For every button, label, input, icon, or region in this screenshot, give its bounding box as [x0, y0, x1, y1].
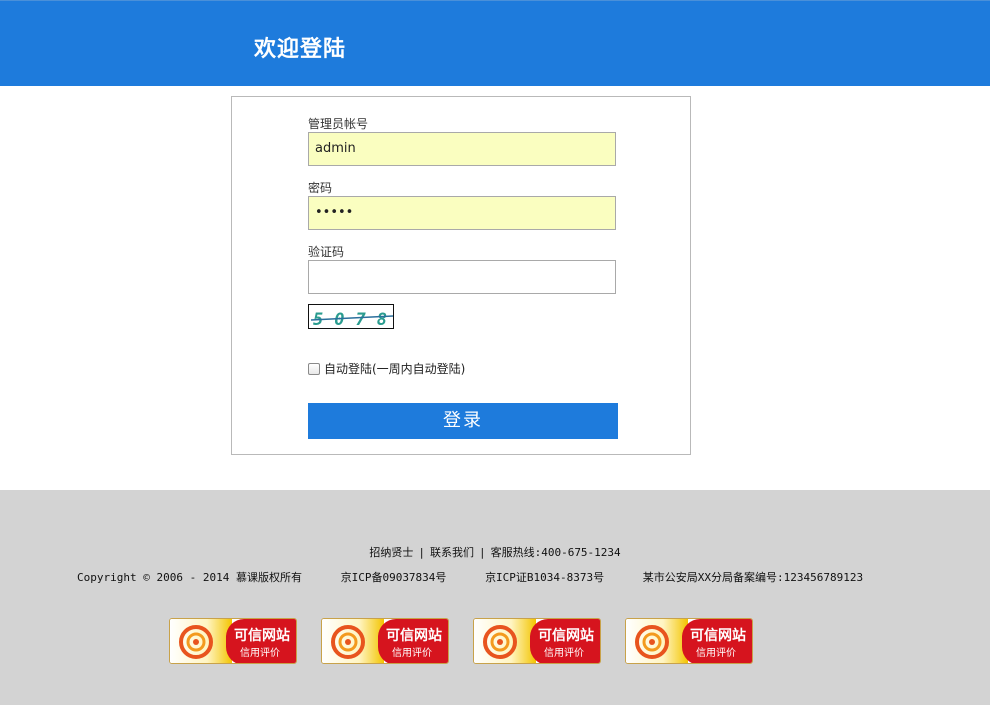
badge-title: 可信网站: [386, 628, 442, 644]
footer-links: 招纳贤士 | 联系我们 | 客服热线:400-675-1234: [369, 546, 621, 559]
badge-title: 可信网站: [234, 628, 290, 644]
footer-copyright-row: Copyright © 2006 - 2014 慕课版权所有 京ICP备0903…: [77, 569, 895, 585]
trust-seal-icon: [331, 625, 365, 659]
password-input[interactable]: •••••: [308, 196, 616, 230]
badge-title: 可信网站: [690, 628, 746, 644]
page-footer: 招纳贤士 | 联系我们 | 客服热线:400-675-1234 Copyright © …: [0, 490, 990, 705]
captcha-image[interactable]: 5078: [308, 304, 394, 329]
page-header: 欢迎登陆: [0, 0, 990, 86]
trust-badge[interactable]: 可信网站 信用评价: [169, 618, 297, 664]
account-label: 管理员帐号: [308, 117, 369, 131]
footer-link-recruit[interactable]: 招纳贤士: [369, 546, 413, 559]
trust-seal-icon: [483, 625, 517, 659]
account-input[interactable]: admin: [308, 132, 616, 166]
badge-title: 可信网站: [538, 628, 594, 644]
footer-link-contact[interactable]: 联系我们: [430, 546, 474, 559]
remember-me-row[interactable]: 自动登陆(一周内自动登陆): [308, 360, 465, 377]
badge-subtitle: 信用评价: [392, 648, 432, 659]
remember-me-checkbox[interactable]: [308, 362, 320, 375]
police-record: 某市公安局XX分局备案编号:123456789123: [642, 571, 864, 584]
icp-record-2: 京ICP证B1034-8373号: [485, 571, 605, 584]
captcha-label: 验证码: [308, 245, 345, 259]
login-button[interactable]: 登录: [308, 403, 618, 439]
trust-badge[interactable]: 可信网站 信用评价: [473, 618, 601, 664]
trust-seal-icon: [635, 625, 669, 659]
footer-hotline: 客服热线:400-675-1234: [490, 546, 621, 559]
icp-record-1: 京ICP备09037834号: [340, 571, 447, 584]
captcha-input[interactable]: [308, 260, 616, 294]
badge-subtitle: 信用评价: [544, 648, 584, 659]
trust-badge[interactable]: 可信网站 信用评价: [625, 618, 753, 664]
badge-subtitle: 信用评价: [696, 648, 736, 659]
remember-me-label: 自动登陆(一周内自动登陆): [324, 362, 466, 376]
login-form-card: 管理员帐号 admin 密码 ••••• 验证码 5078 自动登陆(一周内自动…: [231, 96, 691, 455]
trust-seal-icon: [179, 625, 213, 659]
copyright-text: Copyright © 2006 - 2014 慕课版权所有: [77, 571, 302, 584]
trust-badge[interactable]: 可信网站 信用评价: [321, 618, 449, 664]
password-label: 密码: [308, 181, 333, 195]
badge-subtitle: 信用评价: [240, 648, 280, 659]
page-title: 欢迎登陆: [254, 37, 347, 62]
